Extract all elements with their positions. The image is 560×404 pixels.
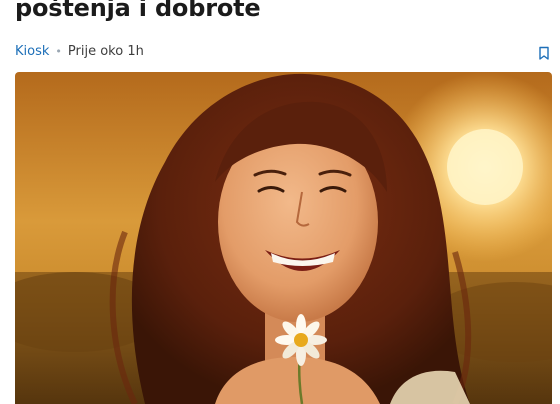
meta-separator: •: [55, 45, 62, 58]
publish-time: Prije oko 1h: [67, 44, 144, 59]
bookmark-icon[interactable]: [536, 45, 552, 61]
category-link[interactable]: Kiosk: [15, 44, 49, 59]
article-meta: Kiosk • Prije oko 1h: [15, 44, 144, 59]
article-photo[interactable]: [15, 72, 552, 404]
article-headline[interactable]: poštenja i dobrote: [15, 0, 261, 22]
